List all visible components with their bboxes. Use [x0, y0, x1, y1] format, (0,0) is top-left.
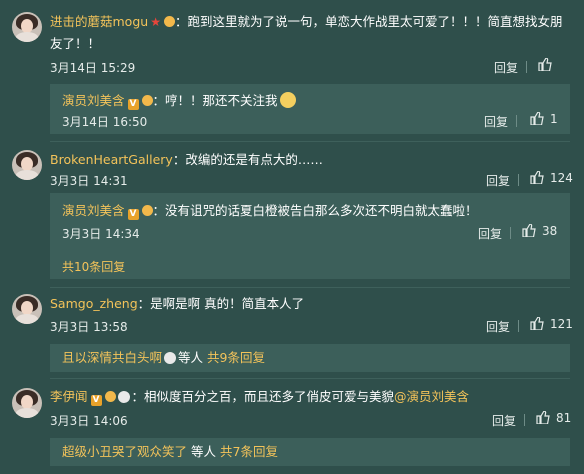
- reply-button[interactable]: 回复: [492, 412, 516, 429]
- comment-text: 进击的蘑菇mogu ★ ：跑到这里就为了说一句，单恋大作战里太可爱了！！！简直想找女…: [50, 14, 563, 29]
- more-replies-link[interactable]: 共10条回复: [62, 258, 125, 275]
- reply-button[interactable]: 回复: [484, 113, 508, 130]
- reply-preview-text: 超级小丑哭了观众笑了 等人 共7条回复: [62, 444, 278, 459]
- thumbs-up-icon: [530, 111, 544, 126]
- mention-link[interactable]: @演员刘美含: [394, 389, 469, 404]
- reply-text: 演员刘美含 V ：没有诅咒的话夏白橙被告白那么多次还不明白就太蠢啦！: [62, 203, 478, 220]
- username-link[interactable]: 演员刘美含: [62, 203, 125, 218]
- reply-button[interactable]: 回复: [486, 318, 510, 335]
- reply-button[interactable]: 回复: [494, 59, 518, 76]
- comment-text: Samgo_zheng：是啊是啊 真的！简直本人了: [50, 296, 305, 311]
- reply-button[interactable]: 回复: [486, 172, 510, 189]
- avatar[interactable]: [12, 150, 42, 180]
- comment-text: 李伊闻 V ：相似度百分之百，而且还多了俏皮可爱与美貌@演员刘美含: [50, 389, 470, 406]
- like-button[interactable]: 121: [530, 316, 573, 331]
- like-button[interactable]: 124: [530, 170, 573, 185]
- username-link[interactable]: Samgo_zheng: [50, 296, 138, 311]
- medal-icon: [163, 16, 175, 27]
- thumbs-up-icon: [536, 410, 550, 425]
- thumbs-up-icon: [530, 316, 544, 331]
- thumbs-up-icon: [522, 223, 536, 238]
- timestamp: 3月14日 16:50: [62, 115, 148, 129]
- divider: [50, 141, 570, 142]
- timestamp: 3月3日 14:31: [50, 174, 128, 188]
- more-replies-link[interactable]: 共9条回复: [207, 350, 265, 365]
- username-link[interactable]: 且以深情共白头啊: [62, 350, 162, 365]
- username-link[interactable]: BrokenHeartGallery: [50, 152, 173, 167]
- verified-icon: V: [127, 99, 139, 110]
- skull-emoji-icon: [164, 352, 177, 364]
- like-button[interactable]: 1: [530, 111, 558, 126]
- avatar[interactable]: [12, 294, 42, 324]
- divider: [510, 227, 511, 239]
- timestamp: 3月3日 14:34: [62, 227, 140, 241]
- cat-emoji-icon: [279, 92, 296, 108]
- comment-text: BrokenHeartGallery：改编的还是有点大的……: [50, 152, 323, 167]
- divider: [518, 174, 519, 186]
- avatar[interactable]: [12, 388, 42, 418]
- comment-text-cont: 友了！！: [50, 36, 101, 51]
- timestamp: 3月3日 13:58: [50, 320, 128, 334]
- like-button[interactable]: 81: [536, 410, 571, 425]
- divider: [518, 320, 519, 332]
- like-button[interactable]: 38: [522, 223, 557, 238]
- skull-emoji-icon: [117, 391, 130, 403]
- divider: [516, 115, 517, 127]
- username-link[interactable]: 进击的蘑菇mogu: [50, 14, 148, 29]
- timestamp: 3月14日 15:29: [50, 61, 136, 75]
- username-link[interactable]: 超级小丑哭了观众笑了: [62, 444, 187, 459]
- reply-text: 演员刘美含 V ：哼！！那还不关注我: [62, 91, 570, 110]
- like-button[interactable]: [538, 57, 558, 72]
- star-icon: ★: [150, 15, 161, 29]
- reply-preview-text: 且以深情共白头啊 等人 共9条回复: [62, 350, 265, 365]
- medal-icon: [141, 205, 153, 216]
- reply-button[interactable]: 回复: [478, 225, 502, 242]
- divider: [526, 61, 527, 73]
- verified-icon: V: [90, 395, 102, 406]
- divider: [50, 287, 570, 288]
- thumbs-up-icon: [530, 170, 544, 185]
- divider: [524, 414, 525, 426]
- divider: [50, 378, 570, 379]
- avatar[interactable]: [12, 12, 42, 42]
- more-replies-link[interactable]: 共7条回复: [220, 444, 278, 459]
- username-link[interactable]: 李伊闻: [50, 389, 88, 404]
- verified-icon: V: [127, 209, 139, 220]
- username-link[interactable]: 演员刘美含: [62, 93, 125, 108]
- medal-icon: [104, 391, 116, 402]
- thumbs-up-icon: [538, 57, 552, 72]
- medal-icon: [141, 95, 153, 106]
- timestamp: 3月3日 14:06: [50, 414, 128, 428]
